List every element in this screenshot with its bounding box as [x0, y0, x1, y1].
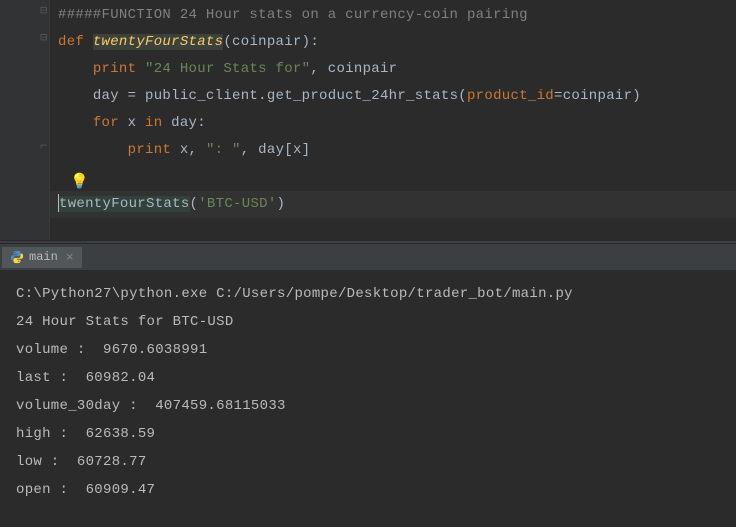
- code-text: , coinpair: [310, 61, 397, 77]
- code-line[interactable]: day = public_client.get_product_24hr_sta…: [58, 83, 736, 110]
- fold-marker-icon[interactable]: ⊟: [40, 5, 47, 17]
- paren: ): [277, 196, 286, 212]
- code-line[interactable]: #####FUNCTION 24 Hour stats on a currenc…: [58, 2, 736, 29]
- console-line: 24 Hour Stats for BTC-USD: [16, 308, 720, 336]
- fold-end-icon: ⌐: [40, 140, 47, 152]
- code-line[interactable]: print x, ": ", day[x]: [58, 137, 736, 164]
- named-arg: product_id: [467, 88, 554, 104]
- keyword: def: [58, 34, 93, 50]
- editor-gutter: ⊟ ⊟ ⌐: [0, 0, 50, 240]
- params: (coinpair):: [223, 34, 319, 50]
- console-line: open : 60909.47: [16, 476, 720, 504]
- console-line: C:\Python27\python.exe C:/Users/pompe/De…: [16, 280, 720, 308]
- code-text: day:: [171, 115, 206, 131]
- paren: (: [190, 196, 199, 212]
- console-line: last : 60982.04: [16, 364, 720, 392]
- string-literal: 'BTC-USD': [198, 196, 276, 212]
- tool-tab-bar: main ×: [0, 244, 736, 270]
- code-line[interactable]: print "24 Hour Stats for", coinpair: [58, 56, 736, 83]
- run-tool-window: main × C:\Python27\python.exe C:/Users/p…: [0, 244, 736, 527]
- code-text: =coinpair): [554, 88, 641, 104]
- keyword: for: [93, 115, 128, 131]
- console-line: high : 62638.59: [16, 420, 720, 448]
- code-text: x,: [180, 142, 206, 158]
- console-output[interactable]: C:\Python27\python.exe C:/Users/pompe/De…: [0, 270, 736, 527]
- function-call: twentyFourStats: [59, 196, 190, 212]
- keyword: print: [128, 142, 180, 158]
- code-line[interactable]: [58, 164, 736, 191]
- console-line: volume : 9670.6038991: [16, 336, 720, 364]
- close-icon[interactable]: ×: [66, 250, 74, 265]
- code-line-current[interactable]: twentyFourStats('BTC-USD'): [50, 191, 736, 218]
- intention-bulb-icon[interactable]: 💡: [70, 172, 89, 191]
- code-line[interactable]: for x in day:: [58, 110, 736, 137]
- function-name: twentyFourStats: [93, 34, 224, 50]
- code-line[interactable]: def twentyFourStats(coinpair):: [58, 29, 736, 56]
- string-literal: "24 Hour Stats for": [145, 61, 310, 77]
- comment-text: #####FUNCTION 24 Hour stats on a currenc…: [58, 7, 528, 23]
- string-literal: ": ": [206, 142, 241, 158]
- keyword: in: [145, 115, 171, 131]
- code-text: , day[x]: [241, 142, 311, 158]
- code-editor[interactable]: ⊟ ⊟ ⌐ 💡 #####FUNCTION 24 Hour stats on a…: [0, 0, 736, 240]
- run-tab-label: main: [29, 250, 58, 264]
- fold-marker-icon[interactable]: ⊟: [40, 32, 47, 44]
- python-icon: [10, 250, 24, 264]
- code-text: x: [128, 115, 145, 131]
- console-line: volume_30day : 407459.68115033: [16, 392, 720, 420]
- run-tab-main[interactable]: main ×: [2, 247, 82, 268]
- code-text: day = public_client.get_product_24hr_sta…: [93, 88, 467, 104]
- console-line: low : 60728.77: [16, 448, 720, 476]
- keyword: print: [93, 61, 145, 77]
